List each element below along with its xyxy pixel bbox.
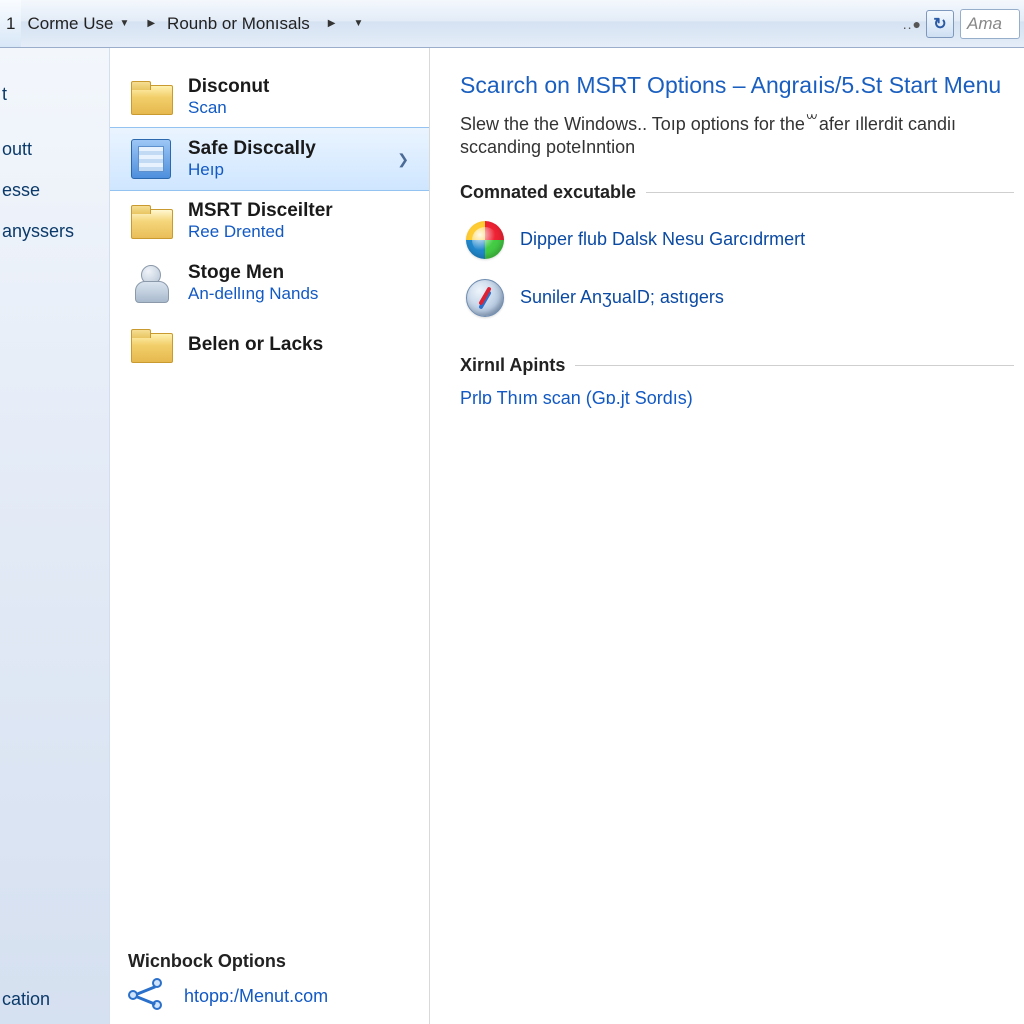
search-input[interactable]: Ama bbox=[960, 9, 1020, 39]
content-pane: Scaırch on MSRT Options – Angraıis/5.St … bbox=[430, 48, 1024, 1024]
breadcrumb-label: Rounb or Monısals bbox=[167, 14, 310, 34]
address-bar: 1 Corme Use ▼ ▶ Rounb or Monısals ▶ ▼ ..… bbox=[0, 0, 1024, 48]
related-link[interactable]: Prlɒ Thım scan (Gɒ.jt Sordıs) bbox=[460, 388, 693, 408]
breadcrumb-item-2[interactable]: Rounb or Monısals bbox=[161, 0, 316, 47]
option-link: Suniler AnʒuaID; astıgers bbox=[520, 287, 724, 308]
divider bbox=[646, 192, 1014, 193]
compass-icon bbox=[466, 279, 504, 317]
leftrail-label: outt bbox=[2, 139, 32, 159]
breadcrumb-label: Corme Use bbox=[27, 14, 113, 34]
folder-icon bbox=[128, 198, 174, 244]
list-item[interactable]: Dipper flub Dalsk Nesu Garcıdrmert bbox=[460, 215, 1014, 273]
see-also-heading: Wicnbock Options bbox=[128, 951, 419, 972]
folder-icon bbox=[128, 74, 174, 120]
page-title: Scaırch on MSRT Options – Angraıis/5.St … bbox=[460, 72, 1014, 99]
section-heading: Xirnıl Apints bbox=[460, 355, 565, 376]
folder-icon bbox=[128, 322, 174, 368]
section-heading: Comnated excutable bbox=[460, 182, 636, 203]
task-title: Disconut bbox=[188, 76, 269, 98]
user-icon bbox=[128, 260, 174, 306]
leftrail-label: anyssers bbox=[2, 221, 74, 241]
list-item[interactable]: Suniler AnʒuaID; astıgers bbox=[460, 273, 1014, 331]
breadcrumb-label: 1 bbox=[6, 14, 15, 34]
divider bbox=[575, 365, 1014, 366]
left-rail: t outt esse anyssers cation bbox=[0, 48, 110, 1024]
leftrail-item[interactable]: t bbox=[0, 74, 109, 115]
task-sub: Scan bbox=[188, 98, 269, 118]
leftrail-bottom-item[interactable]: cation bbox=[2, 979, 50, 1020]
leftrail-item[interactable]: esse bbox=[0, 170, 109, 211]
task-sub: Ree Drented bbox=[188, 222, 333, 242]
settings-block-icon bbox=[128, 136, 174, 182]
breadcrumb-overflow[interactable]: ▼ bbox=[341, 0, 369, 47]
page-description: Slew the the Windows.. Toıp options for … bbox=[460, 113, 1014, 160]
task-item-selected[interactable]: Safe Disccally Heıp ❯ bbox=[110, 127, 429, 191]
task-list: Disconut Scan Safe Disccally Heıp ❯ MSRT… bbox=[110, 48, 430, 1024]
section-comnated: Comnated excutable Dipper flub Dalsk Nes… bbox=[460, 182, 1014, 331]
option-link: Dipper flub Dalsk Nesu Garcıdrmert bbox=[520, 229, 805, 250]
chevron-right-icon: ▶ bbox=[147, 18, 155, 29]
breadcrumb-sep[interactable]: ▶ bbox=[135, 0, 161, 47]
chevron-right-icon: ❯ bbox=[397, 151, 409, 168]
chevron-right-icon: ▶ bbox=[328, 18, 336, 29]
breadcrumb: 1 Corme Use ▼ ▶ Rounb or Monısals ▶ ▼ bbox=[0, 0, 369, 47]
see-also-link[interactable]: htopɒ:/Menut.com bbox=[184, 986, 328, 1007]
task-title: Stoge Men bbox=[188, 262, 318, 284]
task-item[interactable]: Stoge Men An-dellıng Nands bbox=[110, 252, 429, 314]
task-sub: Heıp bbox=[188, 160, 316, 180]
breadcrumb-item-1[interactable]: Corme Use ▼ bbox=[21, 0, 135, 47]
task-title: MSRT Disceilter bbox=[188, 200, 333, 222]
share-icon bbox=[128, 978, 170, 1014]
chevron-down-icon: ▼ bbox=[119, 18, 129, 29]
breadcrumb-sep[interactable]: ▶ bbox=[316, 0, 342, 47]
chevron-down-icon: ▼ bbox=[353, 18, 363, 29]
leftrail-item[interactable]: outt bbox=[0, 129, 109, 170]
task-item[interactable]: MSRT Disceilter Ree Drented bbox=[110, 190, 429, 252]
address-indicator: ..● bbox=[903, 16, 922, 32]
see-also: Wicnbock Options htopɒ:/Menut.com bbox=[128, 951, 419, 1014]
leftrail-label: esse bbox=[2, 180, 40, 200]
refresh-icon: ↻ bbox=[933, 14, 946, 34]
leftrail-label: t bbox=[2, 84, 7, 104]
task-item[interactable]: Belen or Lacks bbox=[110, 314, 429, 376]
windows-logo-icon bbox=[466, 221, 504, 259]
leftrail-item[interactable]: anyssers bbox=[0, 211, 109, 252]
leftrail-label: cation bbox=[2, 989, 50, 1009]
main: t outt esse anyssers cation Disconut Sca… bbox=[0, 48, 1024, 1024]
breadcrumb-item-0[interactable]: 1 bbox=[0, 0, 21, 47]
section-xirnil: Xirnıl Apints Prlɒ Thım scan (Gɒ.jt Sord… bbox=[460, 355, 1014, 409]
task-item[interactable]: Disconut Scan bbox=[110, 66, 429, 128]
task-title: Belen or Lacks bbox=[188, 334, 323, 356]
task-title: Safe Disccally bbox=[188, 138, 316, 160]
task-sub: An-dellıng Nands bbox=[188, 284, 318, 304]
refresh-button[interactable]: ↻ bbox=[926, 10, 954, 38]
search-placeholder: Ama bbox=[967, 14, 1002, 34]
